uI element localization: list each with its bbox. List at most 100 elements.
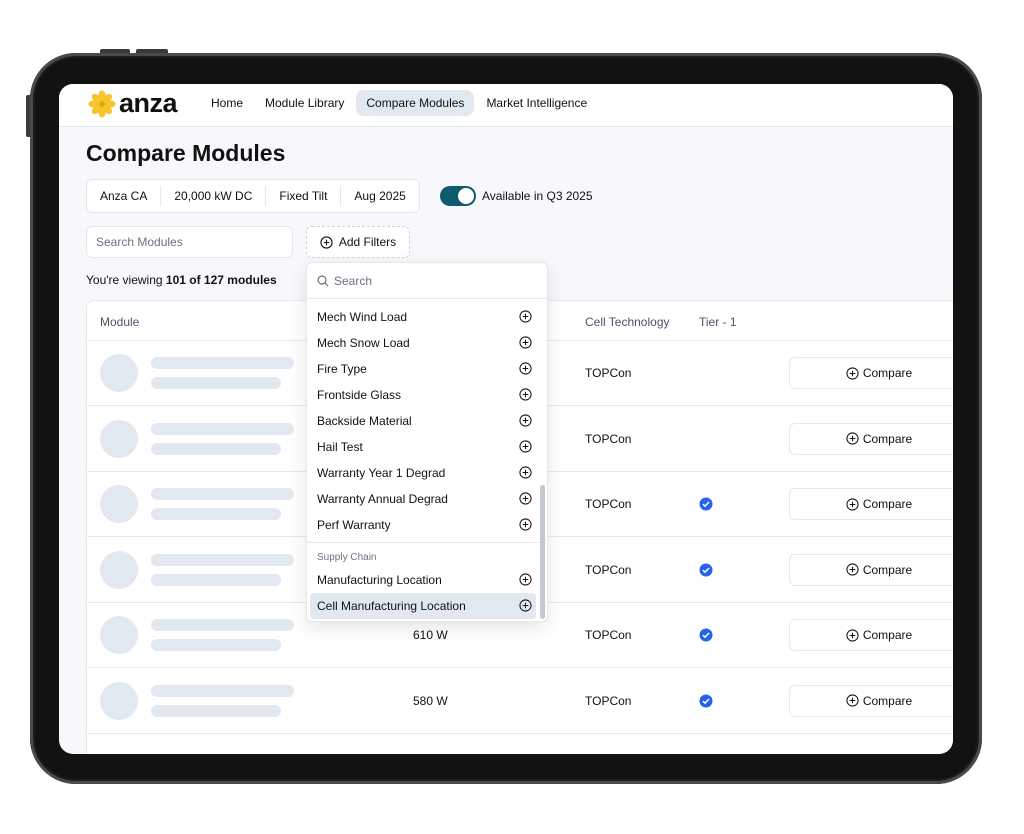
nav-home[interactable]: Home [201, 90, 253, 116]
table-row: 580 W TOPCon Compare [87, 669, 953, 734]
filter-option-mech-snow-load[interactable]: Mech Snow Load [310, 330, 536, 356]
module-cell-technology: TOPCon [585, 628, 632, 642]
logo-text: anza [119, 88, 178, 118]
tier-1-check-icon [699, 497, 713, 511]
compare-label: Compare [862, 693, 913, 708]
module-cell-technology: TOPCon [585, 693, 632, 708]
search-modules-input[interactable] [86, 226, 293, 258]
filter-option-perf-warranty[interactable]: Perf Warranty [310, 512, 536, 538]
top-nav: anza Home Module Library Compare Modules… [59, 84, 953, 127]
module-avatar-placeholder [100, 681, 138, 720]
module-avatar-placeholder [100, 419, 138, 458]
filter-option-warranty-year-1-degrad[interactable]: Warranty Year 1 Degrad [310, 460, 536, 486]
compare-label: Compare [862, 366, 913, 380]
compare-button[interactable]: Compare [789, 422, 953, 455]
add-circle-icon [519, 388, 532, 401]
filter-option-label: Fire Type [317, 362, 367, 376]
module-power: 610 W [413, 628, 448, 642]
filter-group-supply-chain: Supply Chain [317, 552, 377, 563]
chip-capacity[interactable]: 20,000 kW DC [161, 186, 267, 206]
compare-button[interactable]: Compare [789, 488, 953, 520]
filter-option-hail-test[interactable]: Hail Test [310, 434, 536, 460]
dropdown-search-input[interactable] [334, 272, 534, 290]
add-circle-icon [519, 310, 532, 323]
plus-circle-icon [320, 235, 333, 249]
tier-1-check-icon [699, 628, 713, 642]
module-name-skeleton [151, 422, 294, 435]
module-manufacturer-skeleton [151, 573, 281, 586]
toggle-knob [458, 188, 474, 204]
compare-label: Compare [862, 431, 913, 446]
dropdown-search [307, 263, 547, 299]
chip-location[interactable]: Anza CA [87, 186, 162, 206]
filter-option-backside-material[interactable]: Backside Material [310, 408, 536, 434]
filter-option-fire-type[interactable]: Fire Type [310, 356, 536, 382]
filter-option-frontside-glass[interactable]: Frontside Glass [310, 382, 536, 408]
filter-option-mech-wind-load[interactable]: Mech Wind Load [310, 304, 536, 330]
column-module[interactable]: Module [100, 315, 139, 329]
filter-option-manufacturing-location[interactable]: Manufacturing Location [310, 567, 536, 593]
module-name-skeleton [151, 553, 294, 566]
compare-button[interactable]: Compare [789, 619, 953, 651]
dropdown-scrollbar[interactable] [540, 485, 545, 619]
filter-option-warranty-annual-degrad[interactable]: Warranty Annual Degrad [310, 486, 536, 512]
chip-date[interactable]: Aug 2025 [341, 186, 418, 206]
compare-label: Compare [862, 562, 913, 577]
compare-button[interactable]: Compare [789, 684, 953, 717]
module-cell-technology: TOPCon [585, 366, 632, 380]
compare-label: Compare [862, 628, 913, 642]
filter-options-list: Mech Wind Load Mech Snow Load Fire Type Fro… [307, 304, 539, 619]
column-cell-technology[interactable]: Cell Technology [585, 315, 670, 329]
module-manufacturer-skeleton [151, 508, 281, 520]
module-avatar-placeholder [100, 485, 138, 523]
app-screen: anza Home Module Library Compare Modules… [59, 84, 953, 754]
plus-circle-icon [846, 563, 859, 576]
availability-toggle-label: Available in Q3 2025 [482, 189, 593, 203]
module-name-skeleton [151, 488, 294, 500]
module-manufacturer-skeleton [151, 377, 281, 389]
compare-button[interactable]: Compare [789, 553, 953, 586]
add-filters-button[interactable]: Add Filters [306, 226, 410, 258]
filter-option-label: Hail Test [317, 440, 363, 454]
filter-option-label: Manufacturing Location [317, 573, 442, 587]
plus-circle-icon [846, 694, 859, 707]
flower-logo-icon [88, 89, 116, 118]
add-circle-icon [519, 518, 532, 531]
plus-circle-icon [846, 497, 859, 511]
viewing-prefix: You're viewing [86, 273, 166, 287]
module-manufacturer-skeleton [151, 639, 281, 651]
tier-1-check-icon [699, 563, 713, 576]
filter-option-label: Perf Warranty [317, 518, 391, 532]
add-circle-icon [519, 440, 532, 453]
column-tier-1[interactable]: Tier - 1 [699, 315, 737, 329]
module-name-skeleton [151, 357, 294, 369]
filter-option-label: Mech Wind Load [317, 310, 408, 324]
module-cell-technology: TOPCon [585, 497, 632, 511]
module-power: 580 W [413, 693, 448, 708]
filter-option-cell-manufacturing-location[interactable]: Cell Manufacturing Location [310, 593, 536, 619]
module-avatar-placeholder [100, 550, 138, 589]
module-cell-technology: TOPCon [585, 431, 632, 446]
search-icon [317, 275, 329, 287]
filter-option-label: Cell Manufacturing Location [317, 599, 466, 613]
nav-module-library[interactable]: Module Library [255, 90, 354, 116]
compare-label: Compare [862, 497, 913, 511]
chip-mounting[interactable]: Fixed Tilt [266, 186, 342, 206]
add-circle-icon [519, 599, 532, 612]
project-settings-bar[interactable]: Anza CA 20,000 kW DC Fixed Tilt Aug 2025 [86, 179, 420, 213]
add-circle-icon [519, 573, 532, 586]
compare-button[interactable]: Compare [789, 357, 953, 389]
tier-1-check-icon [699, 694, 713, 707]
filter-option-label: Warranty Year 1 Degrad [317, 466, 446, 480]
nav-market-intelligence[interactable]: Market Intelligence [476, 90, 597, 116]
plus-circle-icon [846, 628, 859, 642]
module-name-skeleton [151, 619, 294, 631]
nav-items: Home Module Library Compare Modules Mark… [201, 90, 599, 116]
nav-compare-modules[interactable]: Compare Modules [356, 90, 475, 116]
module-name-skeleton [151, 684, 294, 697]
module-avatar-placeholder [100, 354, 138, 392]
filter-option-label: Warranty Annual Degrad [317, 492, 448, 506]
anza-logo[interactable]: anza [88, 88, 178, 119]
add-circle-icon [519, 362, 532, 375]
availability-toggle[interactable] [440, 186, 476, 206]
